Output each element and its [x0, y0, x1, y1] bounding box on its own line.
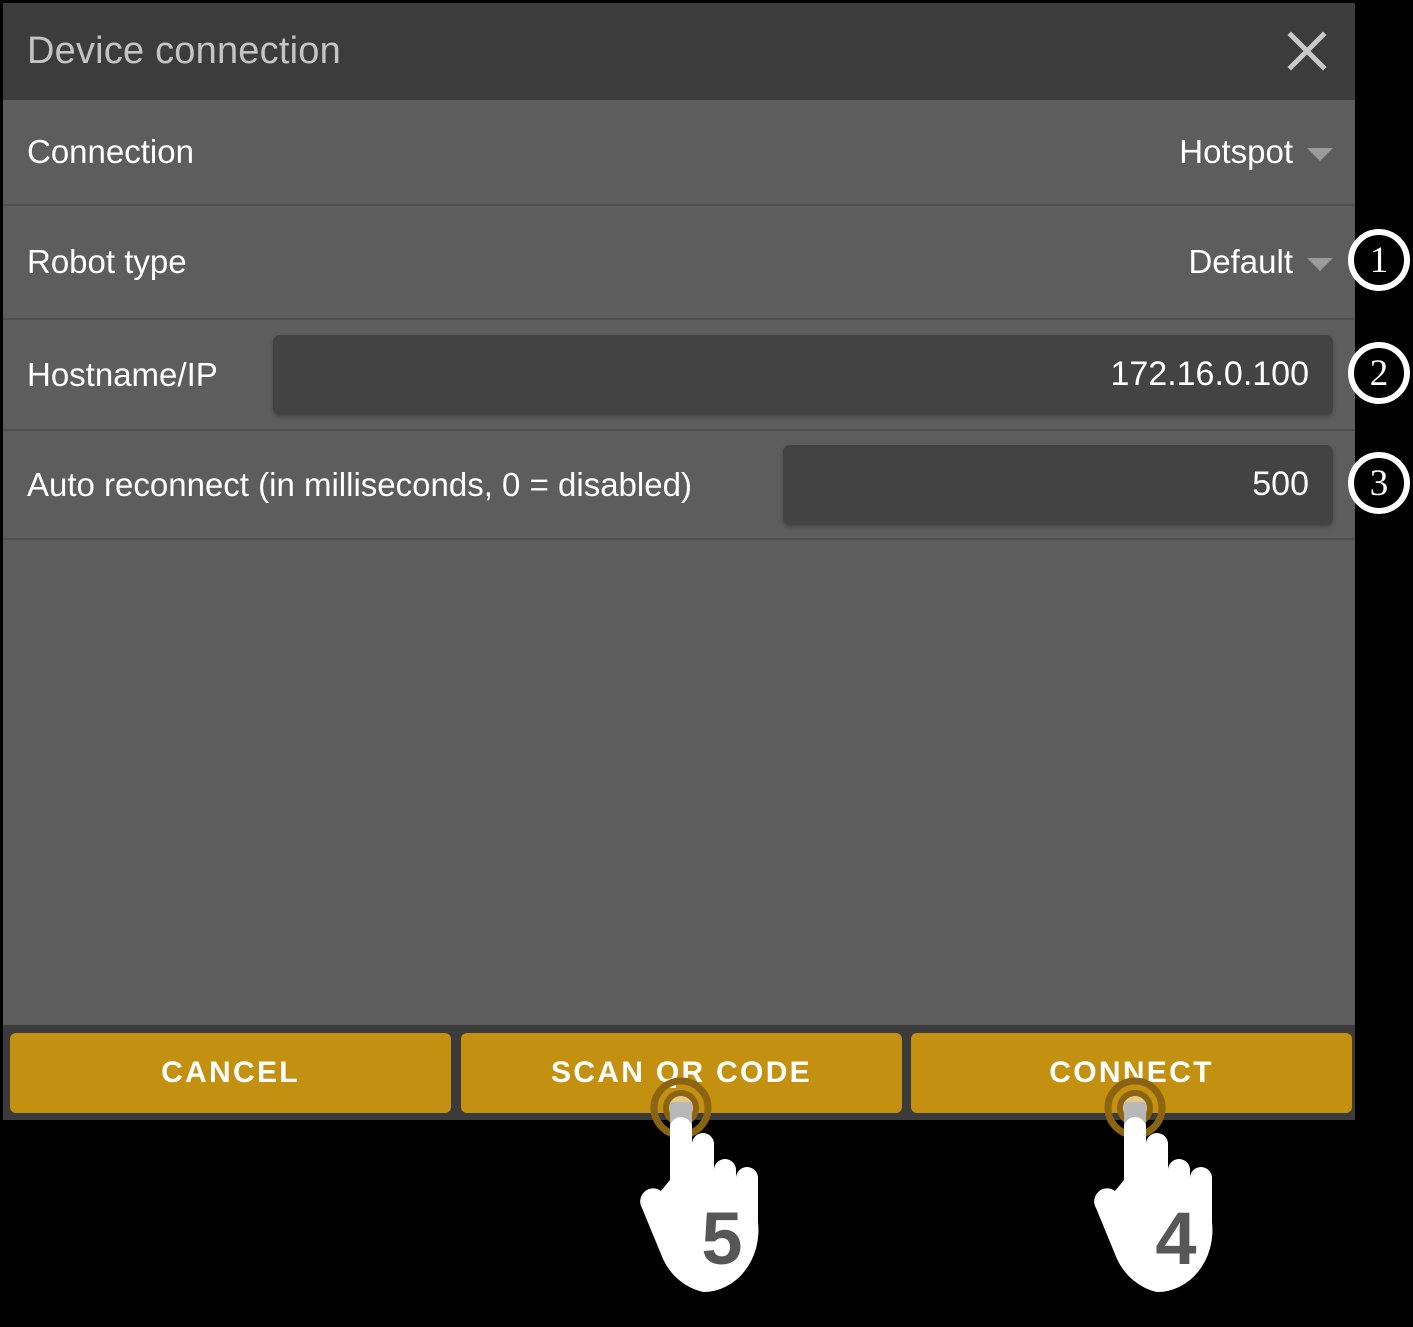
robot-type-dropdown[interactable]: Default: [1188, 243, 1333, 281]
tap-hand-cursor-5: 5: [638, 1077, 813, 1327]
row-connection: Connection Hotspot: [3, 100, 1355, 206]
chevron-down-icon: [1307, 147, 1333, 161]
tap-hand-number-4: 4: [1155, 1197, 1196, 1280]
row-hostname-label: Hostname/IP: [27, 355, 218, 393]
step-badge-2: 2: [1348, 342, 1410, 404]
row-connection-label: Connection: [27, 133, 194, 170]
tap-hand-number-5: 5: [701, 1197, 742, 1280]
chevron-down-icon: [1307, 257, 1333, 271]
step-badge-1: 1: [1348, 229, 1410, 291]
dialog-content-area: [3, 540, 1355, 1025]
close-icon[interactable]: [1281, 25, 1333, 77]
dialog-titlebar: Device connection: [3, 3, 1355, 100]
row-robot-type: Robot type Default: [3, 206, 1355, 320]
connection-dropdown-value: Hotspot: [1179, 133, 1293, 170]
hostname-field-value: 172.16.0.100: [1110, 355, 1309, 393]
row-auto-reconnect-label: Auto reconnect (in milliseconds, 0 = dis…: [27, 465, 692, 503]
auto-reconnect-field-value: 500: [1252, 465, 1309, 503]
hostname-field[interactable]: 172.16.0.100: [273, 334, 1333, 415]
row-auto-reconnect: Auto reconnect (in milliseconds, 0 = dis…: [3, 431, 1355, 540]
auto-reconnect-field[interactable]: 500: [783, 444, 1333, 525]
connection-dropdown[interactable]: Hotspot: [1179, 133, 1333, 171]
dialog-title: Device connection: [27, 30, 341, 72]
robot-type-dropdown-value: Default: [1188, 243, 1293, 280]
row-hostname: Hostname/IP 172.16.0.100: [3, 320, 1355, 431]
device-connection-dialog: Device connection Connection Hotspot Rob…: [3, 3, 1355, 1120]
step-badge-3: 3: [1348, 452, 1410, 514]
tap-hand-cursor-4: 4: [1092, 1077, 1267, 1327]
row-robot-type-label: Robot type: [27, 243, 187, 280]
cancel-button[interactable]: CANCEL: [10, 1033, 451, 1113]
